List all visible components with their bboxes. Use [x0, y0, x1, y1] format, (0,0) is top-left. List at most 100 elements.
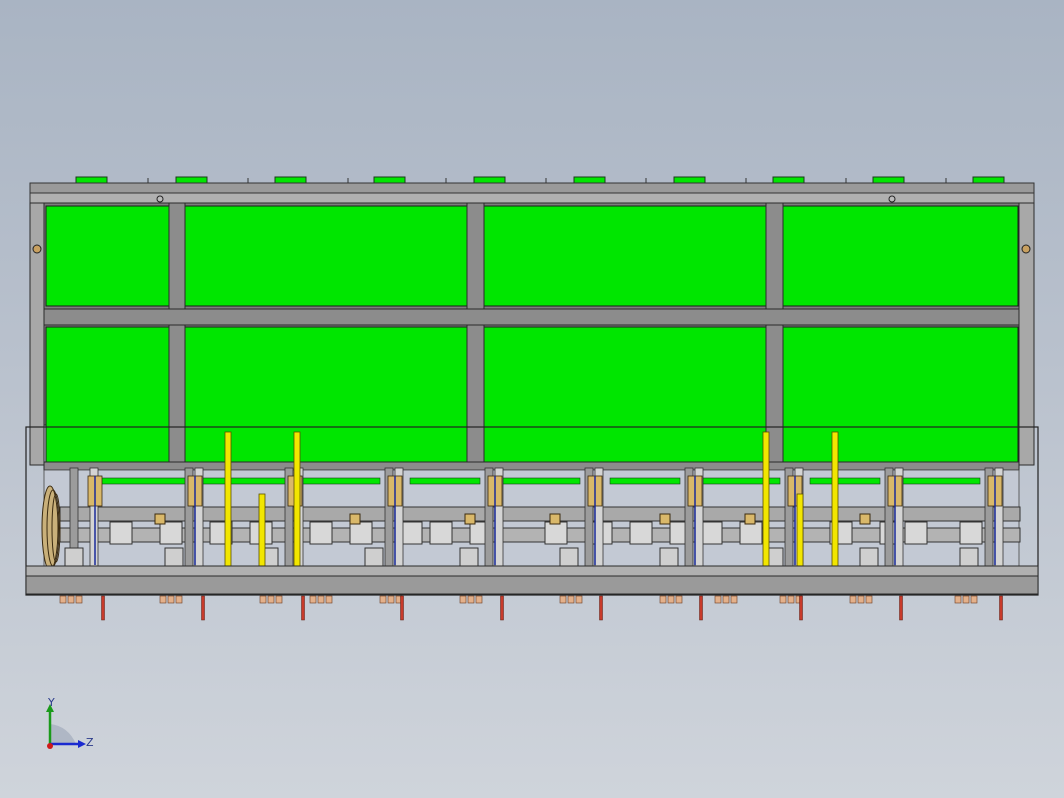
- brass-fitting: [167, 595, 175, 604]
- green-panel-upper: [45, 205, 170, 307]
- yellow-rod: [831, 431, 839, 567]
- brass-fitting: [475, 595, 483, 604]
- shaft-coupling: [629, 521, 653, 545]
- yellow-rod: [293, 431, 301, 567]
- brass-fitting: [675, 595, 683, 604]
- brass-fitting: [275, 595, 283, 604]
- brass-fitting: [954, 595, 962, 604]
- shaft-coupling: [739, 521, 763, 545]
- green-panel-upper: [184, 205, 468, 307]
- brass-fitting: [67, 595, 75, 604]
- red-pin: [301, 595, 305, 621]
- left-pulley: [41, 485, 61, 571]
- brass-fitting: [659, 595, 667, 604]
- brass-fitting: [159, 595, 167, 604]
- brass-fitting: [59, 595, 67, 604]
- red-pin: [599, 595, 603, 621]
- brass-fitting: [567, 595, 575, 604]
- brass-collar: [549, 513, 561, 525]
- base-block: [959, 547, 979, 567]
- brass-fitting: [75, 595, 83, 604]
- shaft-coupling: [349, 521, 373, 545]
- brass-collar: [659, 513, 671, 525]
- brass-fitting: [325, 595, 333, 604]
- under-rail-fittings: [59, 595, 1003, 621]
- brass-fitting: [667, 595, 675, 604]
- brass-fitting: [779, 595, 787, 604]
- shaft-coupling: [544, 521, 568, 545]
- frame-post: [765, 202, 784, 471]
- red-pin: [201, 595, 205, 621]
- view-triad[interactable]: Y Z: [38, 696, 98, 756]
- lower-shaft: [59, 527, 1021, 543]
- shaft-coupling: [904, 521, 928, 545]
- top-screw-left: [156, 195, 164, 203]
- brass-fitting: [714, 595, 722, 604]
- brass-collar: [464, 513, 476, 525]
- brass-fitting: [787, 595, 795, 604]
- top-rail: [29, 182, 1035, 194]
- red-pin: [400, 595, 404, 621]
- brass-collar: [859, 513, 871, 525]
- right-bolt: [1021, 244, 1031, 254]
- green-strip: [409, 477, 481, 485]
- brass-fitting: [722, 595, 730, 604]
- left-side-plate: [29, 202, 45, 466]
- yellow-rod: [224, 431, 232, 567]
- brass-fitting: [267, 595, 275, 604]
- brass-fitting: [175, 595, 183, 604]
- brass-fitting: [857, 595, 865, 604]
- cad-viewport[interactable]: [0, 0, 1064, 798]
- brass-fitting: [865, 595, 873, 604]
- green-panels: [45, 202, 1019, 471]
- brass-fitting: [379, 595, 387, 604]
- z-axis-label: Z: [86, 736, 94, 749]
- brass-fitting: [467, 595, 475, 604]
- shaft-coupling: [109, 521, 133, 545]
- red-pin: [500, 595, 504, 621]
- green-panel-lower: [782, 326, 1019, 463]
- triad-plane-icon: [50, 724, 76, 744]
- base-block: [64, 547, 84, 567]
- x-axis-dot: [47, 743, 53, 749]
- z-axis-head: [78, 740, 86, 748]
- upper-shaft: [59, 506, 1021, 522]
- red-pin: [899, 595, 903, 621]
- bottom-rail-top: [25, 565, 1039, 577]
- green-panel-lower: [45, 326, 170, 463]
- shaft-coupling: [429, 521, 453, 545]
- yellow-rod: [796, 493, 804, 567]
- green-panel-lower: [483, 326, 767, 463]
- shaft-coupling: [959, 521, 983, 545]
- left-bolt: [32, 244, 42, 254]
- brass-fitting: [459, 595, 467, 604]
- frame-post: [466, 202, 485, 471]
- green-panel-upper: [483, 205, 767, 307]
- brass-collar: [349, 513, 361, 525]
- red-pin: [999, 595, 1003, 621]
- brass-fitting: [259, 595, 267, 604]
- brass-collar: [154, 513, 166, 525]
- shaft-coupling: [309, 521, 333, 545]
- mechanism-green-strips: [99, 477, 981, 485]
- bottom-rail: [25, 575, 1039, 595]
- yellow-rod: [762, 431, 770, 567]
- red-pin: [101, 595, 105, 621]
- brass-fitting: [559, 595, 567, 604]
- green-strip: [499, 477, 581, 485]
- brass-fitting: [387, 595, 395, 604]
- green-panel-upper: [782, 205, 1019, 307]
- red-pin: [799, 595, 803, 621]
- brass-fitting: [730, 595, 738, 604]
- brass-collar: [744, 513, 756, 525]
- brass-fitting: [970, 595, 978, 604]
- base-block: [659, 547, 679, 567]
- brass-fitting: [575, 595, 583, 604]
- brass-fitting: [309, 595, 317, 604]
- red-pin: [699, 595, 703, 621]
- middle-beam: [43, 308, 1020, 326]
- base-block: [164, 547, 184, 567]
- green-strip: [99, 477, 191, 485]
- green-strip: [609, 477, 681, 485]
- top-rail-lower: [29, 192, 1035, 204]
